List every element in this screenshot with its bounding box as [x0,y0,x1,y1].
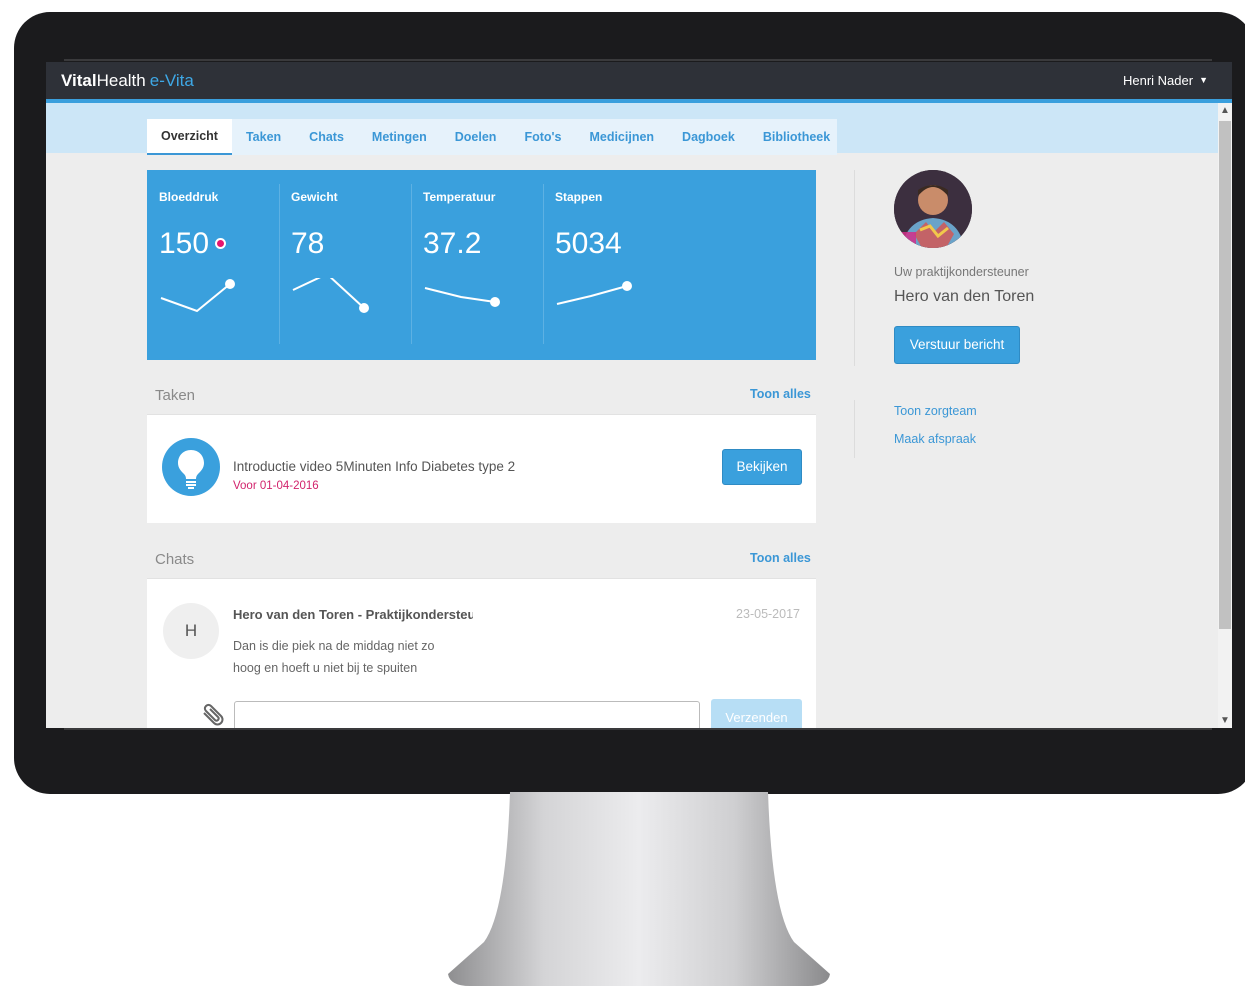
metric-temperatuur[interactable]: Temperatuur 37.2 [411,170,543,360]
scrollbar[interactable]: ▲ ▼ [1218,103,1232,728]
tab-dagboek[interactable]: Dagboek [668,119,749,155]
brand-regular: Health [96,71,146,90]
care-team-link[interactable]: Toon zorgteam [894,404,977,418]
tab-fotos[interactable]: Foto's [510,119,575,155]
metric-divider [279,184,280,344]
alert-icon [215,238,227,249]
scroll-thumb[interactable] [1219,121,1231,629]
metric-divider [411,184,412,344]
sidebar-divider [854,400,855,458]
tab-taken[interactable]: Taken [232,119,295,155]
metric-label: Gewicht [291,190,338,204]
caret-down-icon: ▼ [1199,75,1208,85]
brand-accent: e-Vita [149,71,194,90]
tasks-show-all-link[interactable]: Toon alles [750,387,811,401]
metric-divider [543,184,544,344]
brand-bold: Vital [61,71,97,90]
screen-edge [64,728,1212,730]
tab-medicijnen[interactable]: Medicijnen [575,119,668,155]
user-name: Henri Nader [1122,73,1194,88]
metric-value: 78 [291,227,325,260]
monitor-stand [448,792,830,986]
task-due-date: Voor 01-04-2016 [233,480,319,492]
metric-value: 37.2 [423,227,482,260]
tab-doelen[interactable]: Doelen [441,119,511,155]
practice-support-label: Uw praktijkondersteuner [894,265,1029,279]
tasks-heading: Taken [155,387,196,404]
metrics-panel: Bloeddruk 150 Gewicht 78 Temperatuur 37.… [147,170,816,360]
task-card: Introductie video 5Minuten Info Diabetes… [147,414,816,523]
trend-sparkline [160,279,235,313]
practice-support-name: Hero van den Toren [894,288,1035,305]
metric-value: 150 [159,227,227,261]
trend-sparkline [556,281,632,305]
scroll-down-icon[interactable]: ▼ [1220,715,1230,726]
chat-sender[interactable]: Hero van den Toren - Praktijkondersteune… [233,607,473,622]
chats-heading: Chats [155,551,195,568]
chat-date: 23-05-2017 [736,607,800,621]
metric-label: Temperatuur [423,190,496,204]
chat-message: Dan is die piek na de middag niet zo hoo… [233,639,435,675]
tab-overzicht[interactable]: Overzicht [147,119,232,155]
metric-value: 5034 [555,227,622,260]
paperclip-icon[interactable] [200,703,226,728]
scroll-up-icon[interactable]: ▲ [1220,105,1230,116]
send-message-button[interactable]: Verstuur bericht [894,326,1020,364]
chats-show-all-link[interactable]: Toon alles [750,551,811,565]
metric-bloeddruk[interactable]: Bloeddruk 150 [147,170,279,360]
metric-stappen[interactable]: Stappen 5034 [543,170,675,360]
lightbulb-icon [162,438,220,496]
app-logo[interactable]: VitalHealth e-Vita [61,71,194,91]
sidebar-divider [854,170,855,366]
app-screen: VitalHealth e-Vita Henri Nader ▼ Overzicht… [46,62,1232,728]
user-menu[interactable]: Henri Nader ▼ [1123,73,1208,88]
send-button[interactable]: Verzenden [711,699,802,728]
metric-label: Bloeddruk [159,190,219,204]
view-task-button[interactable]: Bekijken [722,449,802,485]
avatar: H [163,603,219,659]
avatar [894,170,972,248]
task-title[interactable]: Introductie video 5Minuten Info Diabetes… [233,459,515,474]
appointment-link[interactable]: Maak afspraak [894,432,976,446]
metric-gewicht[interactable]: Gewicht 78 [279,170,411,360]
tab-strip: Overzicht Taken Chats Metingen Doelen Fo… [46,103,1218,155]
tab-bar: Overzicht Taken Chats Metingen Doelen Fo… [147,119,837,155]
trend-sparkline [424,287,500,307]
chat-card: H Hero van den Toren - Praktijkondersteu… [147,578,816,728]
metric-label: Stappen [555,190,603,204]
tab-chats[interactable]: Chats [295,119,358,155]
chat-message-input[interactable] [234,701,700,728]
screen-edge [64,59,1212,61]
app-header: VitalHealth e-Vita Henri Nader ▼ [46,62,1232,103]
tab-metingen[interactable]: Metingen [358,119,441,155]
tab-bibliotheek[interactable]: Bibliotheek [749,119,844,155]
trend-sparkline [292,278,369,313]
